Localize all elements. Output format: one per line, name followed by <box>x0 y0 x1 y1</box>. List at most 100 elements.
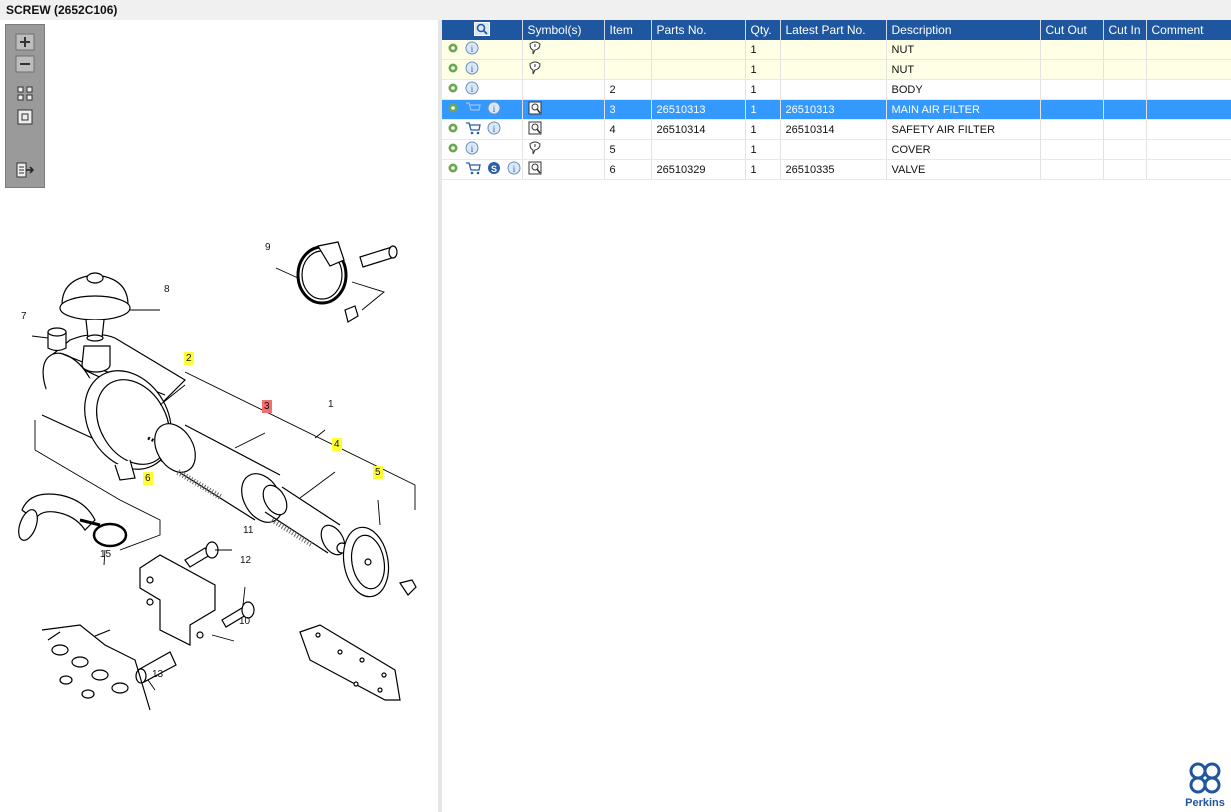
cell-part-no <box>651 79 746 100</box>
callout-6[interactable]: 6 <box>143 472 153 485</box>
callout-5[interactable]: 5 <box>373 466 383 479</box>
cell-item <box>604 59 652 80</box>
header-symbols[interactable]: Symbol(s) <box>522 20 605 40</box>
valve-cap-part <box>47 327 67 352</box>
bracket-part <box>139 554 216 646</box>
callout-12[interactable]: 12 <box>238 554 253 567</box>
cart-icon[interactable] <box>465 161 481 178</box>
note-icon[interactable] <box>528 41 542 58</box>
cell-part-no <box>651 59 746 80</box>
callout-2[interactable]: 2 <box>184 352 194 365</box>
parts-diagram[interactable] <box>0 20 438 812</box>
cell-part-no: 26510313 <box>651 99 746 120</box>
cell-cut-out <box>1040 139 1104 160</box>
table-row[interactable]: i 1 NUT <box>442 40 1231 60</box>
cell-latest-part-no: 26510314 <box>780 119 887 140</box>
parts-table: Symbol(s) Item Parts No. Qty. Latest Par… <box>442 20 1231 180</box>
cell-qty: 1 <box>745 79 781 100</box>
table-row[interactable]: i 5 1 COVER <box>442 139 1231 160</box>
cell-qty: 1 <box>745 139 781 160</box>
safety-air-filter <box>262 484 348 556</box>
supersession-icon[interactable]: S <box>487 161 501 178</box>
cell-comment <box>1146 59 1231 80</box>
gear-icon[interactable] <box>447 62 459 77</box>
engine-fragment <box>41 624 151 711</box>
cell-cut-out <box>1040 99 1104 120</box>
callout-8[interactable]: 8 <box>162 283 172 296</box>
cart-icon[interactable] <box>465 121 481 138</box>
cell-comment <box>1146 40 1231 60</box>
header-part-no[interactable]: Parts No. <box>651 20 746 40</box>
cell-cut-in <box>1103 99 1147 120</box>
cover-part <box>342 526 417 598</box>
header-comment[interactable]: Comment <box>1146 20 1231 40</box>
cell-comment <box>1146 139 1231 160</box>
header-actions[interactable] <box>442 20 523 40</box>
window-title: SCREW (2652C106) <box>0 0 1231 20</box>
callout-10[interactable]: 10 <box>237 615 252 628</box>
cart-icon[interactable] <box>465 101 481 118</box>
table-row[interactable]: i 2 1 BODY <box>442 79 1231 100</box>
header-latest-part-no[interactable]: Latest Part No. <box>780 20 887 40</box>
cell-part-no <box>651 40 746 60</box>
info-icon[interactable]: i <box>465 141 479 158</box>
cell-description: VALVE <box>886 159 1041 180</box>
cell-latest-part-no <box>780 40 887 60</box>
cell-latest-part-no <box>780 139 887 160</box>
gear-icon[interactable] <box>447 42 459 57</box>
cell-cut-out <box>1040 159 1104 180</box>
info-icon[interactable]: i <box>507 161 521 178</box>
callout-4[interactable]: 4 <box>332 438 342 451</box>
callout-11[interactable]: 11 <box>241 524 255 537</box>
header-qty[interactable]: Qty. <box>745 20 781 40</box>
info-icon[interactable]: i <box>487 101 501 118</box>
search-icon[interactable] <box>473 21 490 39</box>
gear-icon[interactable] <box>447 142 459 157</box>
elbow-pipe-part <box>18 493 128 548</box>
info-icon[interactable]: i <box>465 41 479 58</box>
cell-item: 5 <box>604 139 652 160</box>
callout-3[interactable]: 3 <box>262 400 272 413</box>
main-air-filter <box>154 420 290 523</box>
info-icon[interactable]: i <box>465 61 479 78</box>
table-row[interactable]: S i 6 26510329 1 26510335 VALVE <box>442 159 1231 180</box>
drawing-link-icon[interactable] <box>528 101 542 118</box>
callout-13[interactable]: 13 <box>150 668 165 681</box>
illustration-pane[interactable]: 2 1 3 4 5 6 7 8 9 10 11 12 13 15 <box>0 20 438 812</box>
drawing-link-icon[interactable] <box>528 161 542 178</box>
header-item[interactable]: Item <box>604 20 652 40</box>
header-cut-out[interactable]: Cut Out <box>1040 20 1104 40</box>
cell-description: COVER <box>886 139 1041 160</box>
header-cut-in[interactable]: Cut In <box>1103 20 1147 40</box>
header-description[interactable]: Description <box>886 20 1041 40</box>
callout-9[interactable]: 9 <box>263 241 273 254</box>
cell-description: SAFETY AIR FILTER <box>886 119 1041 140</box>
cell-description: NUT <box>886 59 1041 80</box>
table-row[interactable]: i 4 26510314 1 26510314 SAFETY AIR FILTE… <box>442 119 1231 140</box>
note-icon[interactable] <box>528 61 542 78</box>
cell-comment <box>1146 159 1231 180</box>
cell-part-no <box>651 139 746 160</box>
gear-icon[interactable] <box>447 82 459 97</box>
cell-item: 3 <box>604 99 652 120</box>
table-row-selected[interactable]: i 3 26510313 1 26510313 MAIN AIR FILTER <box>442 99 1231 120</box>
gear-icon[interactable] <box>447 102 459 117</box>
callout-1[interactable]: 1 <box>326 398 336 411</box>
gear-icon[interactable] <box>447 122 459 137</box>
cell-cut-in <box>1103 40 1147 60</box>
info-icon[interactable]: i <box>487 121 501 138</box>
info-icon[interactable]: i <box>465 81 479 98</box>
cell-qty: 1 <box>745 159 781 180</box>
gear-icon[interactable] <box>447 162 459 177</box>
cell-part-no: 26510314 <box>651 119 746 140</box>
callout-7[interactable]: 7 <box>19 310 29 323</box>
table-row[interactable]: i 1 NUT <box>442 59 1231 80</box>
cell-qty: 1 <box>745 59 781 80</box>
callout-15[interactable]: 15 <box>98 548 113 561</box>
note-icon[interactable] <box>528 141 542 158</box>
cell-item: 4 <box>604 119 652 140</box>
drawing-link-icon[interactable] <box>528 121 542 138</box>
logo-text: Perkins <box>1185 797 1225 809</box>
clamp-part <box>296 241 398 323</box>
svg-text:S: S <box>491 164 497 174</box>
